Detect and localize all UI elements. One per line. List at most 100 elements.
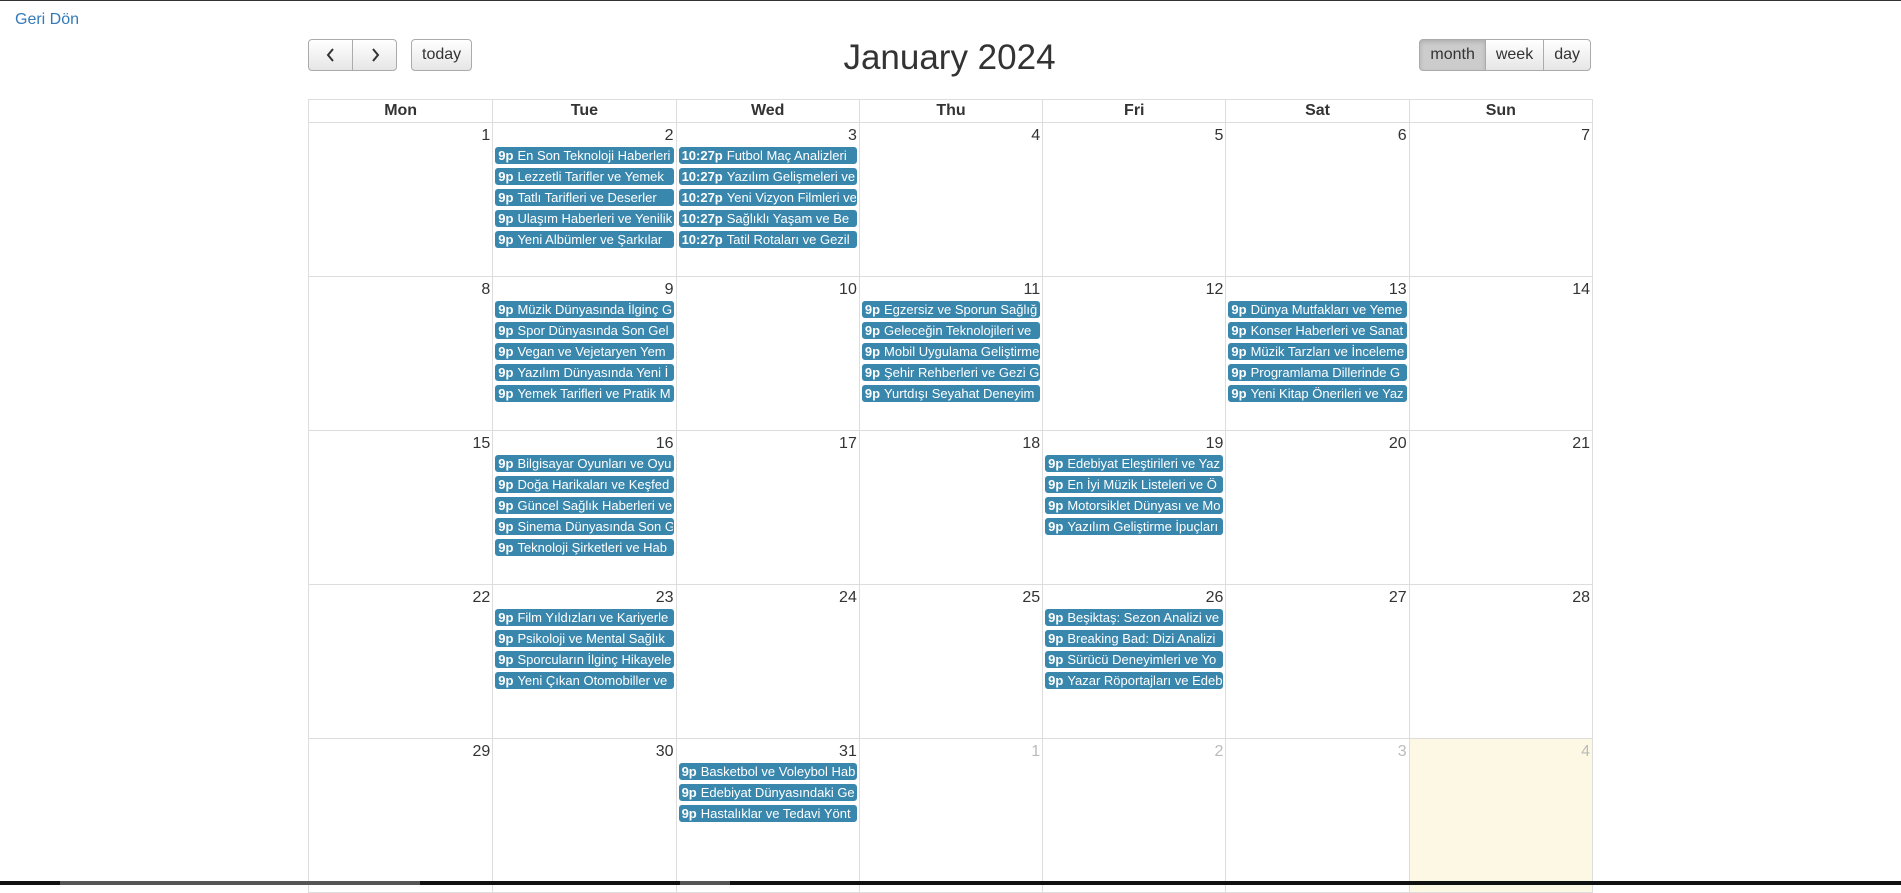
event-title: Teknoloji Şirketleri ve Hab: [517, 540, 668, 555]
calendar-event[interactable]: 9p Hastalıklar ve Tedavi Yönt: [678, 805, 857, 822]
day-cell[interactable]: 13 9p Dünya Mutfakları ve Yeme 9p Konser Hab…: [1225, 277, 1408, 430]
calendar-event[interactable]: 9p Film Yıldızları ve Kariyerle: [495, 609, 674, 626]
day-cell[interactable]: 16 9p Bilgisayar Oyunları ve Oyu 9p Doğa Har…: [492, 431, 675, 584]
day-number: 2: [664, 127, 674, 144]
day-number: 26: [1205, 589, 1224, 606]
calendar-event[interactable]: 9p Edebiyat Eleştirileri ve Yaz: [1045, 455, 1224, 472]
day-cell[interactable]: 14: [1408, 277, 1592, 430]
day-cell[interactable]: 1: [858, 739, 1042, 892]
calendar-event[interactable]: 9p Motorsiklet Dünyası ve Mo: [1045, 497, 1224, 514]
day-cell[interactable]: 11 9p Egzersiz ve Sporun Sağlığ 9p Geleceğin…: [858, 277, 1042, 430]
calendar-event[interactable]: 9p En Son Teknoloji Haberleri: [495, 147, 674, 164]
event-title: Edebiyat Eleştirileri ve Yaz: [1067, 456, 1221, 471]
day-cell[interactable]: 18: [858, 431, 1042, 584]
view-month-button[interactable]: month: [1419, 39, 1486, 71]
calendar-event[interactable]: 9p Sürücü Deneyimleri ve Yo: [1045, 651, 1224, 668]
calendar-event[interactable]: 9p Egzersiz ve Sporun Sağlığ: [861, 301, 1041, 318]
calendar-event[interactable]: 9p Lezzetli Tarifler ve Yemek: [495, 168, 674, 185]
day-events: [1226, 145, 1408, 147]
month-calendar: Mon Tue Wed Thu Fri Sat Sun 1 2 9p En Son Teknolo…: [308, 99, 1593, 893]
calendar-event[interactable]: 9p Müzik Dünyasında İlginç G: [495, 301, 674, 318]
day-cell[interactable]: 26 9p Beşiktaş: Sezon Analizi ve 9p Breaking…: [1042, 585, 1225, 738]
calendar-event[interactable]: 9p Tatlı Tarifleri ve Deserler: [495, 189, 674, 206]
calendar-event[interactable]: 9p Yeni Kitap Önerileri ve Yaz: [1228, 385, 1407, 402]
day-cell[interactable]: 17: [675, 431, 859, 584]
day-cell[interactable]: 9 9p Müzik Dünyasında İlginç G 9p Spor Dünya…: [492, 277, 675, 430]
day-events: [1226, 761, 1408, 763]
calendar-event[interactable]: 9p Yazılım Geliştirme İpuçları: [1045, 518, 1224, 535]
calendar-event[interactable]: 10:27p Tatil Rotaları ve Gezil: [678, 231, 857, 248]
calendar-event[interactable]: 9p Mobil Uygulama Geliştirme: [861, 343, 1041, 360]
calendar-event[interactable]: 9p Bilgisayar Oyunları ve Oyu: [495, 455, 674, 472]
calendar-event[interactable]: 9p Dünya Mutfakları ve Yeme: [1228, 301, 1407, 318]
calendar-event[interactable]: 10:27p Sağlıklı Yaşam ve Be: [678, 210, 857, 227]
day-cell[interactable]: 7: [1408, 123, 1592, 276]
day-cell[interactable]: 3 10:27p Futbol Maç Analizleri 10:27p Yazılı…: [675, 123, 859, 276]
calendar-event[interactable]: 9p Yeni Albümler ve Şarkılar: [495, 231, 674, 248]
calendar-event[interactable]: 9p Yurtdışı Seyahat Deneyim: [861, 385, 1041, 402]
calendar-event[interactable]: 9p Vegan ve Vejetaryen Yem: [495, 343, 674, 360]
day-cell[interactable]: 31 9p Basketbol ve Voleybol Hab 9p Edebiyat …: [675, 739, 859, 892]
calendar-event[interactable]: 9p Beşiktaş: Sezon Analizi ve: [1045, 609, 1224, 626]
calendar-event[interactable]: 9p Yazar Röportajları ve Edeb: [1045, 672, 1224, 689]
day-cell[interactable]: 2 9p En Son Teknoloji Haberleri 9p Lezzetli …: [492, 123, 675, 276]
calendar-event[interactable]: 9p Spor Dünyasında Son Gel: [495, 322, 674, 339]
day-number: 10: [839, 281, 857, 298]
day-cell[interactable]: 1: [309, 123, 492, 276]
calendar-event[interactable]: 9p En İyi Müzik Listeleri ve Ö: [1045, 476, 1224, 493]
day-cell[interactable]: 21: [1408, 431, 1592, 584]
day-cell[interactable]: 4: [858, 123, 1042, 276]
calendar-event[interactable]: 9p Edebiyat Dünyasındaki Ge: [678, 784, 857, 801]
calendar-event[interactable]: 9p Sporcuların İlginç Hikayele: [495, 651, 674, 668]
calendar-event[interactable]: 9p Konser Haberleri ve Sanat: [1228, 322, 1407, 339]
day-header-sat: Sat: [1225, 100, 1408, 122]
event-time: 9p: [864, 302, 881, 317]
calendar-event[interactable]: 9p Güncel Sağlık Haberleri ve: [495, 497, 674, 514]
day-cell[interactable]: 30: [492, 739, 675, 892]
day-cell-today[interactable]: 4: [1408, 739, 1592, 892]
day-cell[interactable]: 10: [675, 277, 859, 430]
day-cell[interactable]: 19 9p Edebiyat Eleştirileri ve Yaz 9p En İyi…: [1042, 431, 1225, 584]
day-cell[interactable]: 25: [858, 585, 1042, 738]
event-time: 9p: [1231, 365, 1247, 380]
view-day-button[interactable]: day: [1543, 39, 1591, 71]
calendar-event[interactable]: 9p Programlama Dillerinde G: [1228, 364, 1407, 381]
calendar-event[interactable]: 9p Breaking Bad: Dizi Analizi: [1045, 630, 1224, 647]
calendar-event[interactable]: 9p Teknoloji Şirketleri ve Hab: [495, 539, 674, 556]
calendar-event[interactable]: 9p Yemek Tarifleri ve Pratik M: [495, 385, 674, 402]
calendar-event[interactable]: 9p Müzik Tarzları ve İnceleme: [1228, 343, 1407, 360]
calendar-event[interactable]: 9p Sinema Dünyasında Son G: [495, 518, 674, 535]
event-title: Motorsiklet Dünyası ve Mo: [1067, 498, 1221, 513]
calendar-event[interactable]: 9p Yazılım Dünyasında Yeni İ: [495, 364, 674, 381]
day-cell[interactable]: 24: [675, 585, 859, 738]
day-cell[interactable]: 29: [309, 739, 492, 892]
calendar-event[interactable]: 9p Ulaşım Haberleri ve Yenilik: [495, 210, 674, 227]
view-week-button[interactable]: week: [1484, 39, 1545, 71]
calendar-event[interactable]: 9p Geleceğin Teknolojileri ve: [861, 322, 1041, 339]
event-title: Yazılım Gelişmeleri ve: [726, 169, 856, 184]
calendar-event[interactable]: 10:27p Futbol Maç Analizleri: [678, 147, 857, 164]
event-time: 9p: [1231, 302, 1247, 317]
calendar-event[interactable]: 10:27p Yazılım Gelişmeleri ve: [678, 168, 857, 185]
day-events: [1410, 607, 1592, 609]
day-cell[interactable]: 2: [1042, 739, 1225, 892]
day-cell[interactable]: 27: [1225, 585, 1408, 738]
calendar-event[interactable]: 9p Doğa Harikaları ve Keşfed: [495, 476, 674, 493]
calendar-event[interactable]: 10:27p Yeni Vizyon Filmleri ve: [678, 189, 857, 206]
day-cell[interactable]: 22: [309, 585, 492, 738]
calendar-event[interactable]: 9p Basketbol ve Voleybol Hab: [678, 763, 857, 780]
back-link[interactable]: Geri Dön: [15, 11, 79, 29]
day-cell[interactable]: 3: [1225, 739, 1408, 892]
day-cell[interactable]: 5: [1042, 123, 1225, 276]
day-cell[interactable]: 6: [1225, 123, 1408, 276]
day-events: [309, 607, 492, 609]
day-cell[interactable]: 23 9p Film Yıldızları ve Kariyerle 9p Psikol…: [492, 585, 675, 738]
day-cell[interactable]: 20: [1225, 431, 1408, 584]
day-cell[interactable]: 15: [309, 431, 492, 584]
calendar-event[interactable]: 9p Şehir Rehberleri ve Gezi G: [861, 364, 1041, 381]
calendar-event[interactable]: 9p Psikoloji ve Mental Sağlık: [495, 630, 674, 647]
day-cell[interactable]: 8: [309, 277, 492, 430]
day-cell[interactable]: 12: [1042, 277, 1225, 430]
day-cell[interactable]: 28: [1408, 585, 1592, 738]
calendar-event[interactable]: 9p Yeni Çıkan Otomobiller ve: [495, 672, 674, 689]
